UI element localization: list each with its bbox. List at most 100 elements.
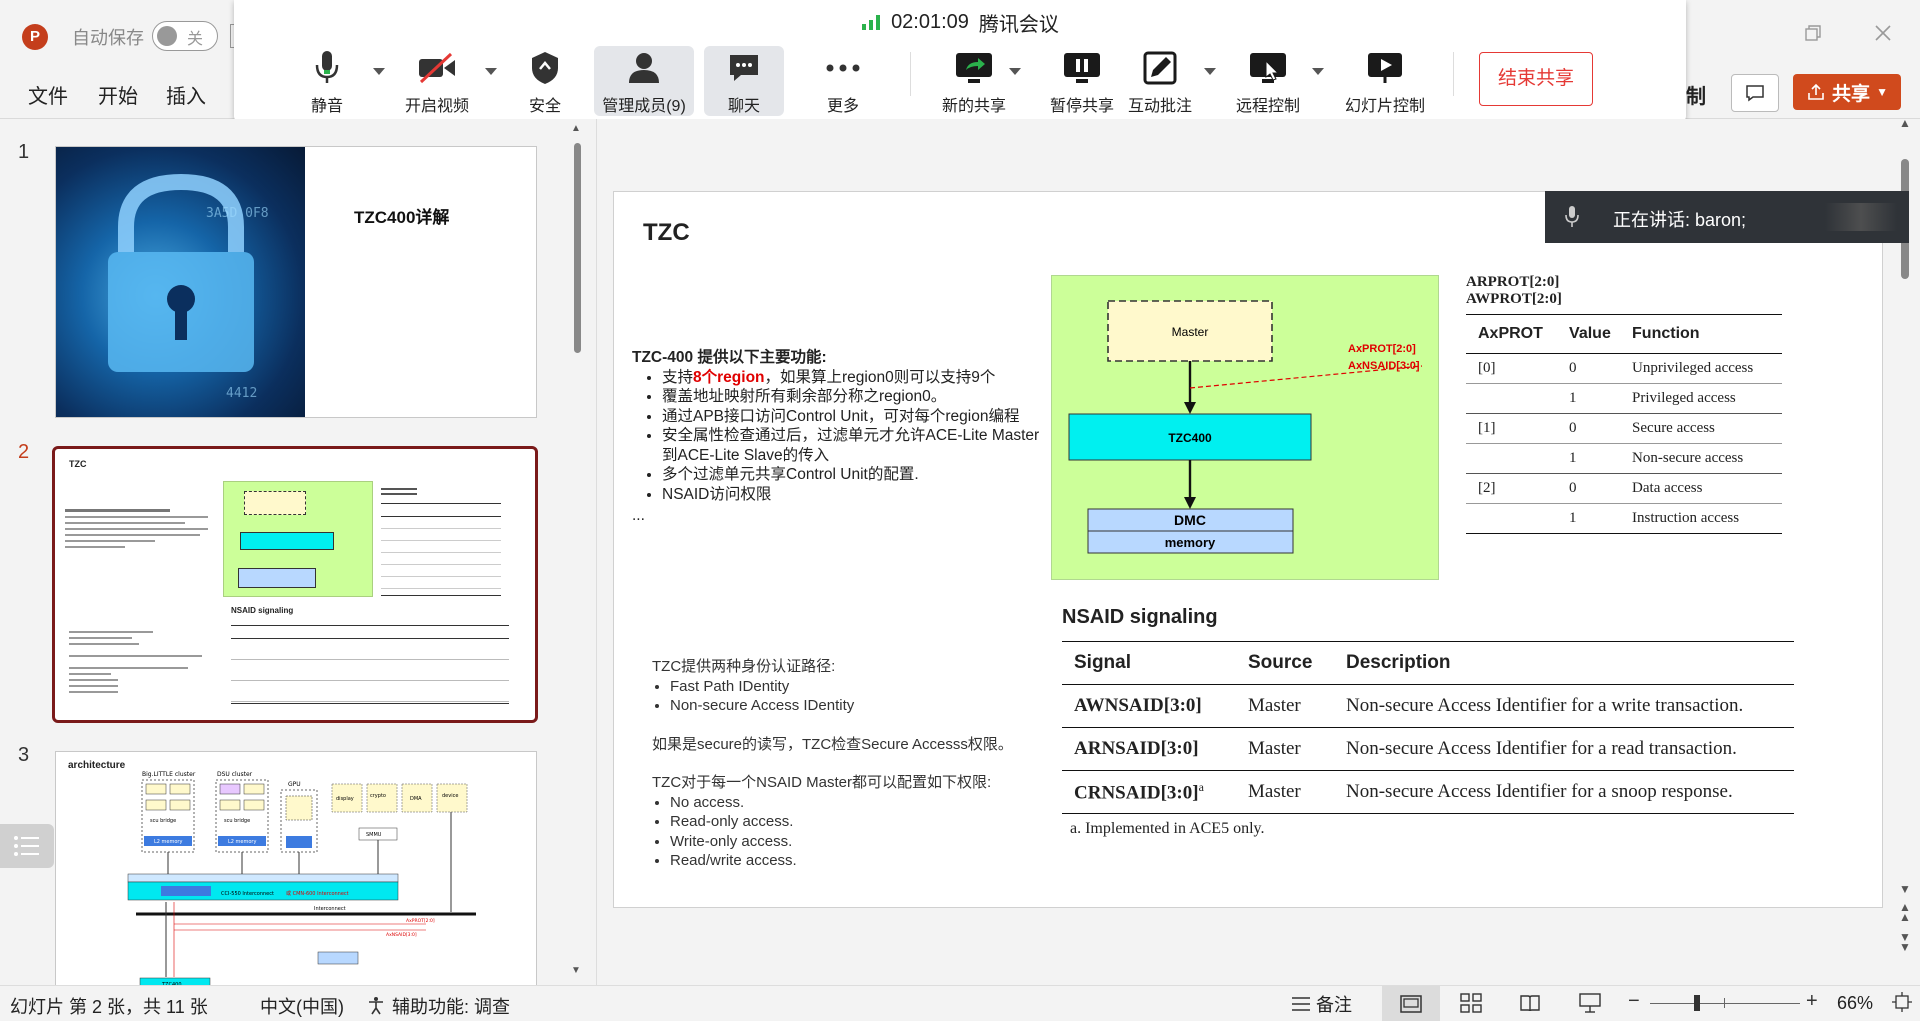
language-indicator[interactable]: 中文(中国): [260, 993, 344, 1019]
tab-record-partial[interactable]: 制: [1686, 80, 1706, 109]
permission-item: Read/write access.: [670, 851, 1032, 871]
share-button[interactable]: 共享 ▼: [1793, 74, 1901, 110]
new-share-button[interactable]: 新的共享: [924, 46, 1024, 116]
axprot-value-cell: 0: [1569, 360, 1577, 376]
tab-home[interactable]: 开始: [98, 80, 138, 109]
remote-control-button[interactable]: 远程控制: [1218, 46, 1318, 116]
slide-title[interactable]: TZC: [643, 219, 690, 247]
permission-heading: TZC对于每一个NSAID Master都可以配置如下权限:: [652, 774, 992, 791]
outline-toggle-button[interactable]: [0, 824, 54, 868]
slide-sorter-view-button[interactable]: [1460, 993, 1482, 1018]
annotate-button[interactable]: 互动批注: [1110, 46, 1210, 116]
tab-file[interactable]: 文件: [28, 80, 68, 109]
autosave-toggle[interactable]: 关: [152, 21, 218, 51]
manage-members-button[interactable]: 管理成员(9): [594, 46, 694, 116]
axprot-row: [0] 0 Unprivileged access: [1466, 354, 1782, 384]
thumbnail-2-nsaid-title: NSAID signaling: [231, 606, 294, 615]
accessibility-icon: [369, 997, 383, 1015]
nsaid-row: ARNSAID[3:0] Master Non-secure Access Iden…: [1062, 728, 1794, 771]
thumbnail-scroll-up-icon[interactable]: ▲: [571, 123, 581, 134]
more-button[interactable]: 更多: [793, 46, 893, 116]
zoom-in-button[interactable]: +: [1806, 990, 1818, 1013]
svg-text:DSU cluster: DSU cluster: [217, 771, 253, 778]
chat-button[interactable]: 聊天: [704, 46, 784, 116]
svg-text:4412: 4412: [226, 386, 257, 401]
current-slide[interactable]: TZC TZC-400 提供以下主要功能: 支持8个region，如果算上reg…: [613, 191, 1883, 908]
features-textbox[interactable]: TZC-400 提供以下主要功能: 支持8个region，如果算上region0…: [632, 348, 1052, 526]
axprot-value-cell: 1: [1569, 450, 1577, 466]
axprot-function-cell: Secure access: [1632, 420, 1715, 436]
axprot-bit-cell: [1466, 504, 1563, 534]
editor-scroll-up-icon[interactable]: ▲: [1899, 116, 1911, 130]
axprot-table-block[interactable]: ARPROT[2:0] AWPROT[2:0] AxPROT Value Fun…: [1466, 274, 1786, 534]
next-slide-icon[interactable]: ▼ ▼: [1899, 931, 1911, 953]
thumbnail-2-nsaid-table: [231, 625, 509, 704]
share-icon: [1808, 83, 1824, 100]
nsaid-footnote: a. Implemented in ACE5 only.: [1070, 820, 1265, 837]
more-label: 更多: [826, 98, 859, 115]
annotate-label: 互动批注: [1127, 98, 1192, 115]
mute-options-caret-icon[interactable]: [372, 64, 386, 78]
restore-window-icon[interactable]: [1804, 22, 1822, 48]
normal-view-button[interactable]: [1382, 986, 1440, 1021]
remote-options-caret-icon[interactable]: [1311, 64, 1325, 78]
thumbnail-scroll-down-icon[interactable]: ▼: [571, 965, 581, 976]
axprot-function-cell: Privileged access: [1632, 390, 1736, 406]
previous-slide-icon[interactable]: ▲ ▲: [1899, 901, 1911, 923]
slideshow-view-button[interactable]: [1579, 993, 1601, 1018]
nsaid-section[interactable]: NSAID signaling Signal Source Descriptio…: [1062, 606, 1794, 838]
svg-text:L2 memory: L2 memory: [154, 839, 182, 845]
zoom-level[interactable]: 66%: [1837, 993, 1873, 1014]
end-share-button[interactable]: 结束共享: [1479, 52, 1593, 106]
zoom-out-button[interactable]: −: [1628, 990, 1640, 1013]
close-window-icon[interactable]: [1874, 22, 1892, 48]
security-button[interactable]: 安全: [495, 46, 595, 116]
slideshow-control-label: 幻灯片控制: [1344, 98, 1425, 115]
slideshow-control-button[interactable]: 幻灯片控制: [1330, 46, 1440, 116]
nsaid-row: AWNSAID[3:0] Master Non-secure Access Iden…: [1062, 685, 1794, 728]
nsaid-table: Signal Source Description AWNSAID[3:0] Ma…: [1062, 641, 1794, 814]
feature-text: 支持: [662, 368, 694, 386]
zoom-slider-thumb[interactable]: [1694, 995, 1700, 1011]
svg-text:scu bridge: scu bridge: [150, 818, 176, 824]
comments-button[interactable]: [1731, 74, 1779, 112]
slide-thumbnail-3[interactable]: architecture Big.LITTLE cluster scu brid…: [55, 751, 537, 993]
thumbnail-2-table: [381, 485, 501, 596]
accessibility-status[interactable]: 辅助功能: 调查: [366, 993, 510, 1019]
identity-item: Fast Path IDentity: [670, 677, 1032, 697]
annotate-options-caret-icon[interactable]: [1203, 64, 1217, 78]
screen-share-icon: [956, 53, 992, 83]
share-options-caret-icon[interactable]: [1008, 64, 1022, 78]
memory-label: memory: [1165, 535, 1216, 550]
normal-view-icon: [1400, 994, 1422, 1013]
nsaid-signal-name: AWNSAID[3:0]: [1074, 695, 1202, 716]
shield-icon: [532, 52, 558, 84]
toggle-knob: [157, 26, 177, 46]
axprot-function-cell: Non-secure access: [1632, 450, 1744, 466]
tab-insert[interactable]: 插入: [166, 80, 206, 109]
features-heading: TZC-400 提供以下主要功能:: [632, 349, 827, 366]
slide-thumbnail-2-selected[interactable]: TZC NSAID signaling: [52, 446, 538, 723]
slide-thumbnail-1[interactable]: 3A5D 0F8 4412 TZC400详解: [55, 146, 537, 418]
nsaid-description-cell: Non-secure Access Identifier for a read …: [1346, 738, 1737, 759]
thumbnail-2-text-lines: [65, 505, 215, 552]
secure-check-text: 如果是secure的读写，TZC检查Secure Accesss权限。: [652, 735, 1013, 753]
zoom-slider[interactable]: [1650, 995, 1800, 1011]
svg-text:SMMU: SMMU: [366, 832, 382, 838]
reading-view-button[interactable]: [1519, 993, 1541, 1018]
thumbnail-scrollbar-thumb[interactable]: [574, 143, 581, 353]
permission-list: No access.Read-only access.Write-only ac…: [652, 793, 1032, 871]
features-ellipsis: ...: [632, 507, 645, 524]
mute-button[interactable]: 静音: [277, 46, 377, 116]
tzc-block-diagram[interactable]: Master AxPROT[2:0] AxNSAID[3:0] TZC400 D…: [1051, 275, 1439, 580]
fit-to-window-button[interactable]: [1891, 991, 1913, 1018]
start-video-button[interactable]: 开启视频: [387, 46, 487, 116]
svg-text:CCI-550 Interconnect: CCI-550 Interconnect: [221, 891, 274, 897]
svg-text:device: device: [442, 793, 458, 799]
feature-item: 覆盖地址映射所有剩余部分称之region0。: [662, 387, 1052, 407]
nsaid-signal-cell: ARNSAID[3:0]: [1062, 728, 1236, 771]
identity-textbox[interactable]: TZC提供两种身份认证路径: Fast Path IDentityNon-sec…: [652, 657, 1032, 871]
identity-heading: TZC提供两种身份认证路径:: [652, 658, 836, 675]
notes-button[interactable]: 备注: [1290, 991, 1352, 1017]
editor-scroll-down-icon[interactable]: ▼: [1899, 882, 1911, 896]
